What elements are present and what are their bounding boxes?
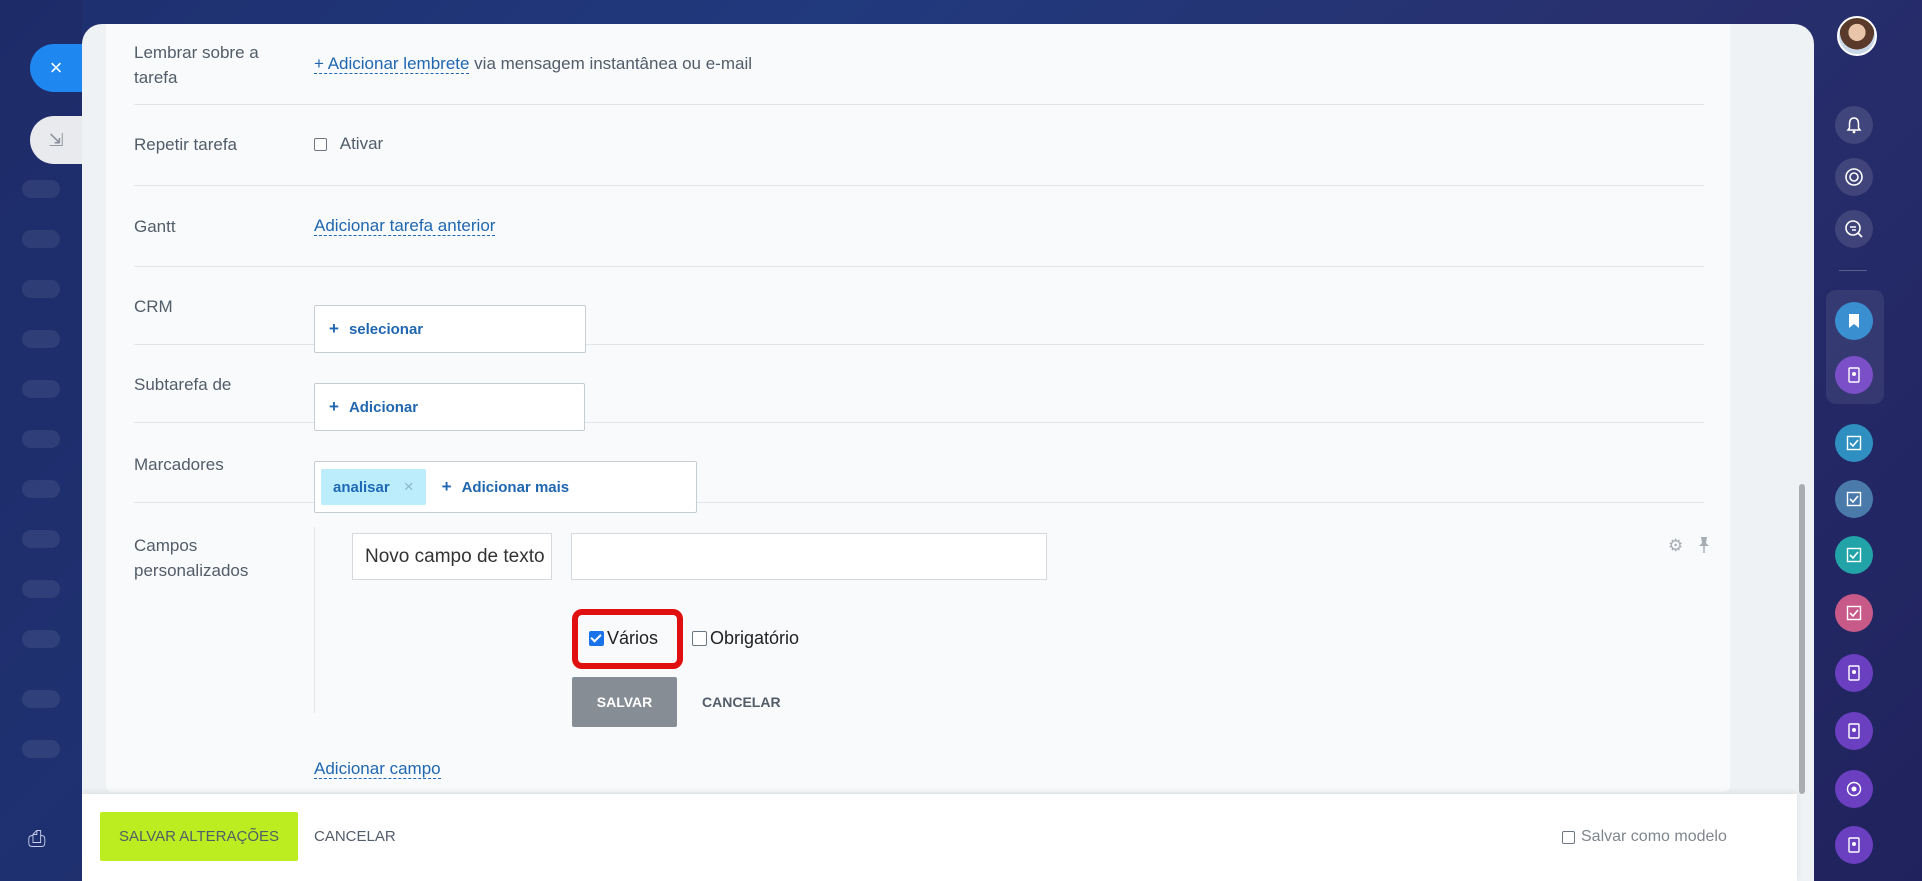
multiple-checkbox-label[interactable]: Vários [607,628,658,649]
task-options-card: Lembrar sobre a tarefa + Adicionar lembr… [106,24,1730,792]
subtask-add-label: Adicionar [348,398,419,416]
tag-label: analisar [333,478,390,496]
bell-icon[interactable] [1835,106,1873,144]
save-as-template-label[interactable]: Salvar como modelo [1581,828,1727,846]
crm-label: CRM [134,297,173,316]
save-changes-button[interactable]: SALVAR ALTERAÇÕES [100,812,298,861]
avatar[interactable] [1837,16,1877,56]
bookmark-icon[interactable] [1835,302,1873,340]
save-as-template-checkbox[interactable] [1562,830,1575,844]
contact-icon[interactable] [1835,356,1873,394]
subtask-row: Subtarefa de + Adicionar [134,345,1704,431]
task-check-icon[interactable] [1835,536,1873,574]
reminder-label: Lembrar sobre a tarefa [134,43,259,87]
task-check-icon[interactable] [1835,480,1873,518]
chat-icon[interactable] [1835,770,1873,808]
target-icon[interactable] [1835,158,1873,196]
save-as-template-option[interactable]: Salvar como modelo [1562,828,1727,846]
subtask-label: Subtarefa de [134,375,232,394]
add-field-link[interactable]: Adicionar campo [314,759,441,779]
tag-analisar: analisar × [321,469,426,505]
right-sidebar [1814,0,1922,881]
footer-bar: SALVAR ALTERAÇÕES CANCELAR Salvar como m… [82,794,1797,881]
add-more-tags-button[interactable]: + Adicionar mais [442,477,569,497]
plus-icon: + [329,397,339,416]
required-checkbox-label[interactable]: Obrigatório [710,628,799,649]
field-save-button[interactable]: SALVAR [572,677,677,727]
multiple-option[interactable]: Vários [589,628,658,649]
add-reminder-link[interactable]: + Adicionar lembrete [314,54,470,74]
repeat-row: Repetir tarefa Ativar [134,105,1704,186]
scrollbar[interactable] [1799,484,1805,794]
minimize-slider-button[interactable]: ⇲ [30,116,82,164]
field-value-input[interactable] [571,533,1047,580]
crm-select-label: selecionar [348,320,424,338]
contact-icon[interactable] [1835,654,1873,692]
print-icon[interactable]: ⎙ [28,826,56,854]
add-field-link-wrap: Adicionar campo [314,759,441,779]
repeat-checkbox[interactable] [314,138,327,152]
add-more-label: Adicionar mais [461,479,570,496]
add-previous-task-link[interactable]: Adicionar tarefa anterior [314,216,496,236]
repeat-label: Repetir tarefa [134,135,237,154]
repeat-checkbox-label[interactable]: Ativar [340,134,383,153]
multiple-checkbox[interactable] [589,631,604,646]
field-name-input[interactable]: Novo campo de texto [352,533,552,580]
contact-icon[interactable] [1835,826,1873,864]
task-check-icon[interactable] [1835,424,1873,462]
custom-fields-label: Campos personalizados [134,536,249,580]
field-cancel-button[interactable]: CANCELAR [702,677,781,727]
required-option[interactable]: Obrigatório [692,628,799,649]
pin-icon[interactable] [1696,536,1710,554]
task-edit-slider: Lembrar sobre a tarefa + Adicionar lembr… [82,24,1814,881]
custom-fields-row: Campos personalizados Novo campo de text… [134,503,1709,783]
reminder-suffix: via mensagem instantânea ou e-mail [469,54,752,73]
tags-row: Marcadores analisar × + Adicionar mais [134,423,1704,513]
gantt-content: Adicionar tarefa anterior [314,216,496,236]
contact-icon[interactable] [1835,712,1873,750]
crm-row: CRM + selecionar [134,267,1704,353]
gantt-label: Gantt [134,217,176,236]
reminder-content: + Adicionar lembrete via mensagem instan… [314,54,752,74]
plus-icon: + [441,477,452,496]
task-check-icon[interactable] [1835,594,1873,632]
sync-search-icon[interactable] [1835,210,1873,248]
gantt-row: Gantt Adicionar tarefa anterior [134,186,1704,267]
tags-label: Marcadores [134,455,224,474]
footer-cancel-button[interactable]: CANCELAR [314,812,396,861]
repeat-content: Ativar [314,134,383,154]
gear-icon[interactable]: ⚙ [1668,536,1683,556]
required-checkbox[interactable] [692,631,707,646]
reminder-row: Lembrar sobre a tarefa + Adicionar lembr… [134,24,1704,105]
minimize-icon: ⇲ [48,129,64,150]
plus-icon: + [329,319,339,338]
tag-remove-icon[interactable]: × [404,477,414,497]
close-icon: × [49,55,63,80]
close-slider-button[interactable]: × [30,44,82,92]
